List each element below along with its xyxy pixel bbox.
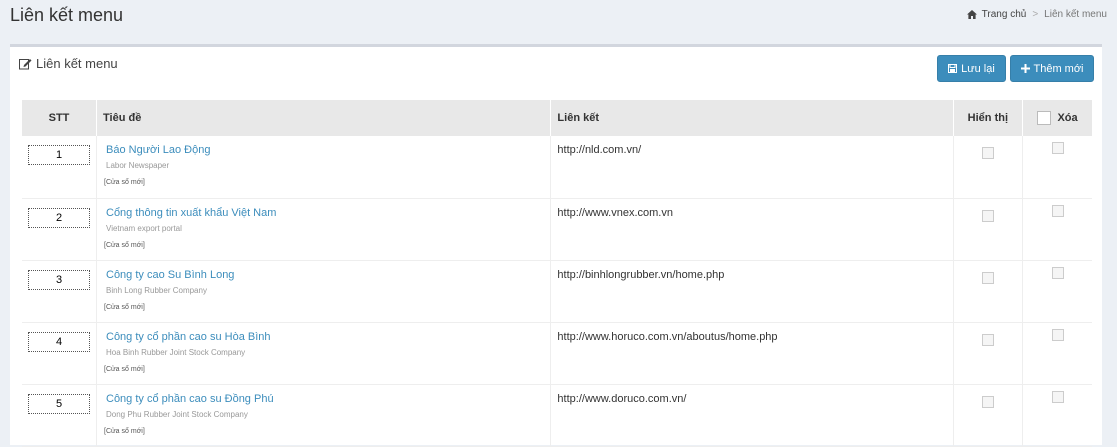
delete-cell [1023, 322, 1092, 384]
column-header-delete-label: Xóa [1057, 111, 1078, 124]
table-row: Công ty cổ phần cao su Hòa Bình Hoa Binh… [22, 322, 1092, 384]
home-icon [966, 10, 977, 19]
link-cell: http://www.doruco.com.vn/ [550, 384, 954, 446]
delete-cell [1023, 136, 1092, 198]
column-header-visible: Hiển thị [953, 100, 1024, 136]
column-header-delete: Xóa [1023, 100, 1092, 136]
select-all-checkbox[interactable] [1037, 111, 1052, 125]
box-title: Liên kết menu [19, 56, 118, 71]
delete-cell [1023, 260, 1092, 322]
delete-checkbox[interactable] [1051, 204, 1064, 217]
menu-links-table: STT Tiêu đề Liên kết Hiển thị Xóa Báo Ng… [22, 100, 1092, 447]
stt-input[interactable] [28, 393, 90, 414]
visible-checkbox[interactable] [981, 333, 994, 346]
link-url: http://www.horuco.com.vn/aboutus/home.ph… [557, 330, 778, 343]
page-title: Liên kết menu [10, 5, 124, 25]
link-cell: http://www.vnex.com.vn [550, 198, 954, 260]
column-header-link: Liên kết [550, 100, 954, 136]
visible-cell [953, 198, 1024, 260]
title-cell: Công ty cổ phần cao su Đồng Phú Dong Phu… [96, 384, 552, 446]
plus-icon [1020, 64, 1030, 73]
stt-cell [22, 322, 97, 384]
delete-cell [1023, 198, 1092, 260]
save-icon [948, 64, 958, 73]
title-cell: Công ty cao Su Bình Long Binh Long Rubbe… [96, 260, 552, 322]
visible-cell [953, 322, 1024, 384]
menu-subtitle: Vietnam export portal [106, 223, 182, 233]
target-window-label: [Cửa sổ mới] [104, 365, 145, 373]
stt-cell [22, 384, 97, 446]
visible-cell [953, 384, 1024, 446]
stt-cell [22, 136, 97, 198]
edit-icon [19, 59, 32, 70]
menu-title-link[interactable]: Công ty cao Su Bình Long [106, 269, 544, 281]
add-new-button-label: Thêm mới [1033, 62, 1084, 75]
column-header-stt: STT [22, 100, 97, 136]
link-url: http://www.vnex.com.vn [557, 206, 673, 219]
visible-checkbox[interactable] [981, 395, 994, 408]
add-new-button[interactable]: Thêm mới [1010, 55, 1094, 82]
target-window-label: [Cửa sổ mới] [104, 241, 145, 249]
menu-subtitle: Binh Long Rubber Company [106, 285, 207, 295]
link-url: http://nld.com.vn/ [557, 144, 642, 156]
link-url: http://binhlongrubber.vn/home.php [557, 268, 725, 281]
visible-checkbox[interactable] [981, 147, 994, 159]
visible-cell [953, 260, 1024, 322]
title-cell: Báo Người Lao Động Labor Newspaper [Cửa … [96, 136, 552, 198]
stt-cell [22, 198, 97, 260]
visible-cell [953, 136, 1024, 198]
visible-checkbox[interactable] [981, 271, 994, 284]
stt-input[interactable] [28, 331, 90, 352]
target-window-label: [Cửa sổ mới] [104, 427, 145, 435]
stt-input[interactable] [28, 145, 90, 165]
menu-title-link[interactable]: Cổng thông tin xuất khẩu Việt Nam [106, 207, 544, 219]
delete-cell [1023, 384, 1092, 446]
column-header-title: Tiêu đề [96, 100, 552, 136]
delete-checkbox[interactable] [1051, 266, 1064, 279]
target-window-label: [Cửa sổ mới] [104, 303, 145, 311]
table-row: Báo Người Lao Động Labor Newspaper [Cửa … [22, 136, 1092, 198]
table-row: Cổng thông tin xuất khẩu Việt Nam Vietna… [22, 198, 1092, 260]
target-window-label: [Cửa sổ mới] [104, 179, 145, 186]
link-url: http://www.doruco.com.vn/ [557, 392, 687, 405]
breadcrumb-current: Liên kết menu [1044, 9, 1107, 20]
delete-checkbox[interactable] [1051, 390, 1064, 403]
save-button-label: Lưu lại [961, 62, 995, 75]
visible-checkbox[interactable] [981, 209, 994, 222]
link-cell: http://www.horuco.com.vn/aboutus/home.ph… [550, 322, 954, 384]
table-row: Công ty cổ phần cao su Đồng Phú Dong Phu… [22, 384, 1092, 446]
menu-title-link[interactable]: Công ty cổ phần cao su Hòa Bình [106, 331, 544, 343]
stt-input[interactable] [28, 207, 90, 228]
title-cell: Cổng thông tin xuất khẩu Việt Nam Vietna… [96, 198, 552, 260]
breadcrumb-separator: > [1032, 9, 1039, 20]
menu-title-link[interactable]: Công ty cổ phần cao su Đồng Phú [106, 393, 544, 405]
menu-subtitle: Dong Phu Rubber Joint Stock Company [106, 409, 248, 419]
page-header: Liên kết menu Trang chủ > Liên kết menu [0, 0, 1117, 44]
breadcrumb: Trang chủ > Liên kết menu [966, 9, 1107, 20]
delete-checkbox[interactable] [1051, 142, 1064, 154]
delete-checkbox[interactable] [1051, 328, 1064, 341]
menu-subtitle: Labor Newspaper [106, 161, 170, 170]
link-cell: http://binhlongrubber.vn/home.php [550, 260, 954, 322]
table-header-row: STT Tiêu đề Liên kết Hiển thị Xóa [22, 100, 1092, 136]
stt-cell [22, 260, 97, 322]
title-cell: Công ty cổ phần cao su Hòa Bình Hoa Binh… [96, 322, 552, 384]
menu-title-link[interactable]: Báo Người Lao Động [106, 144, 544, 156]
menu-subtitle: Hoa Binh Rubber Joint Stock Company [106, 347, 246, 357]
content-box: Liên kết menu Lưu lại Thêm mới STT Tiêu … [10, 44, 1102, 447]
table-row: Công ty cao Su Bình Long Binh Long Rubbe… [22, 260, 1092, 322]
breadcrumb-home-link[interactable]: Trang chủ [982, 9, 1027, 20]
link-cell: http://nld.com.vn/ [550, 136, 954, 198]
save-button[interactable]: Lưu lại [937, 55, 1006, 82]
stt-input[interactable] [28, 269, 90, 290]
box-title-text: Liên kết menu [36, 56, 118, 71]
